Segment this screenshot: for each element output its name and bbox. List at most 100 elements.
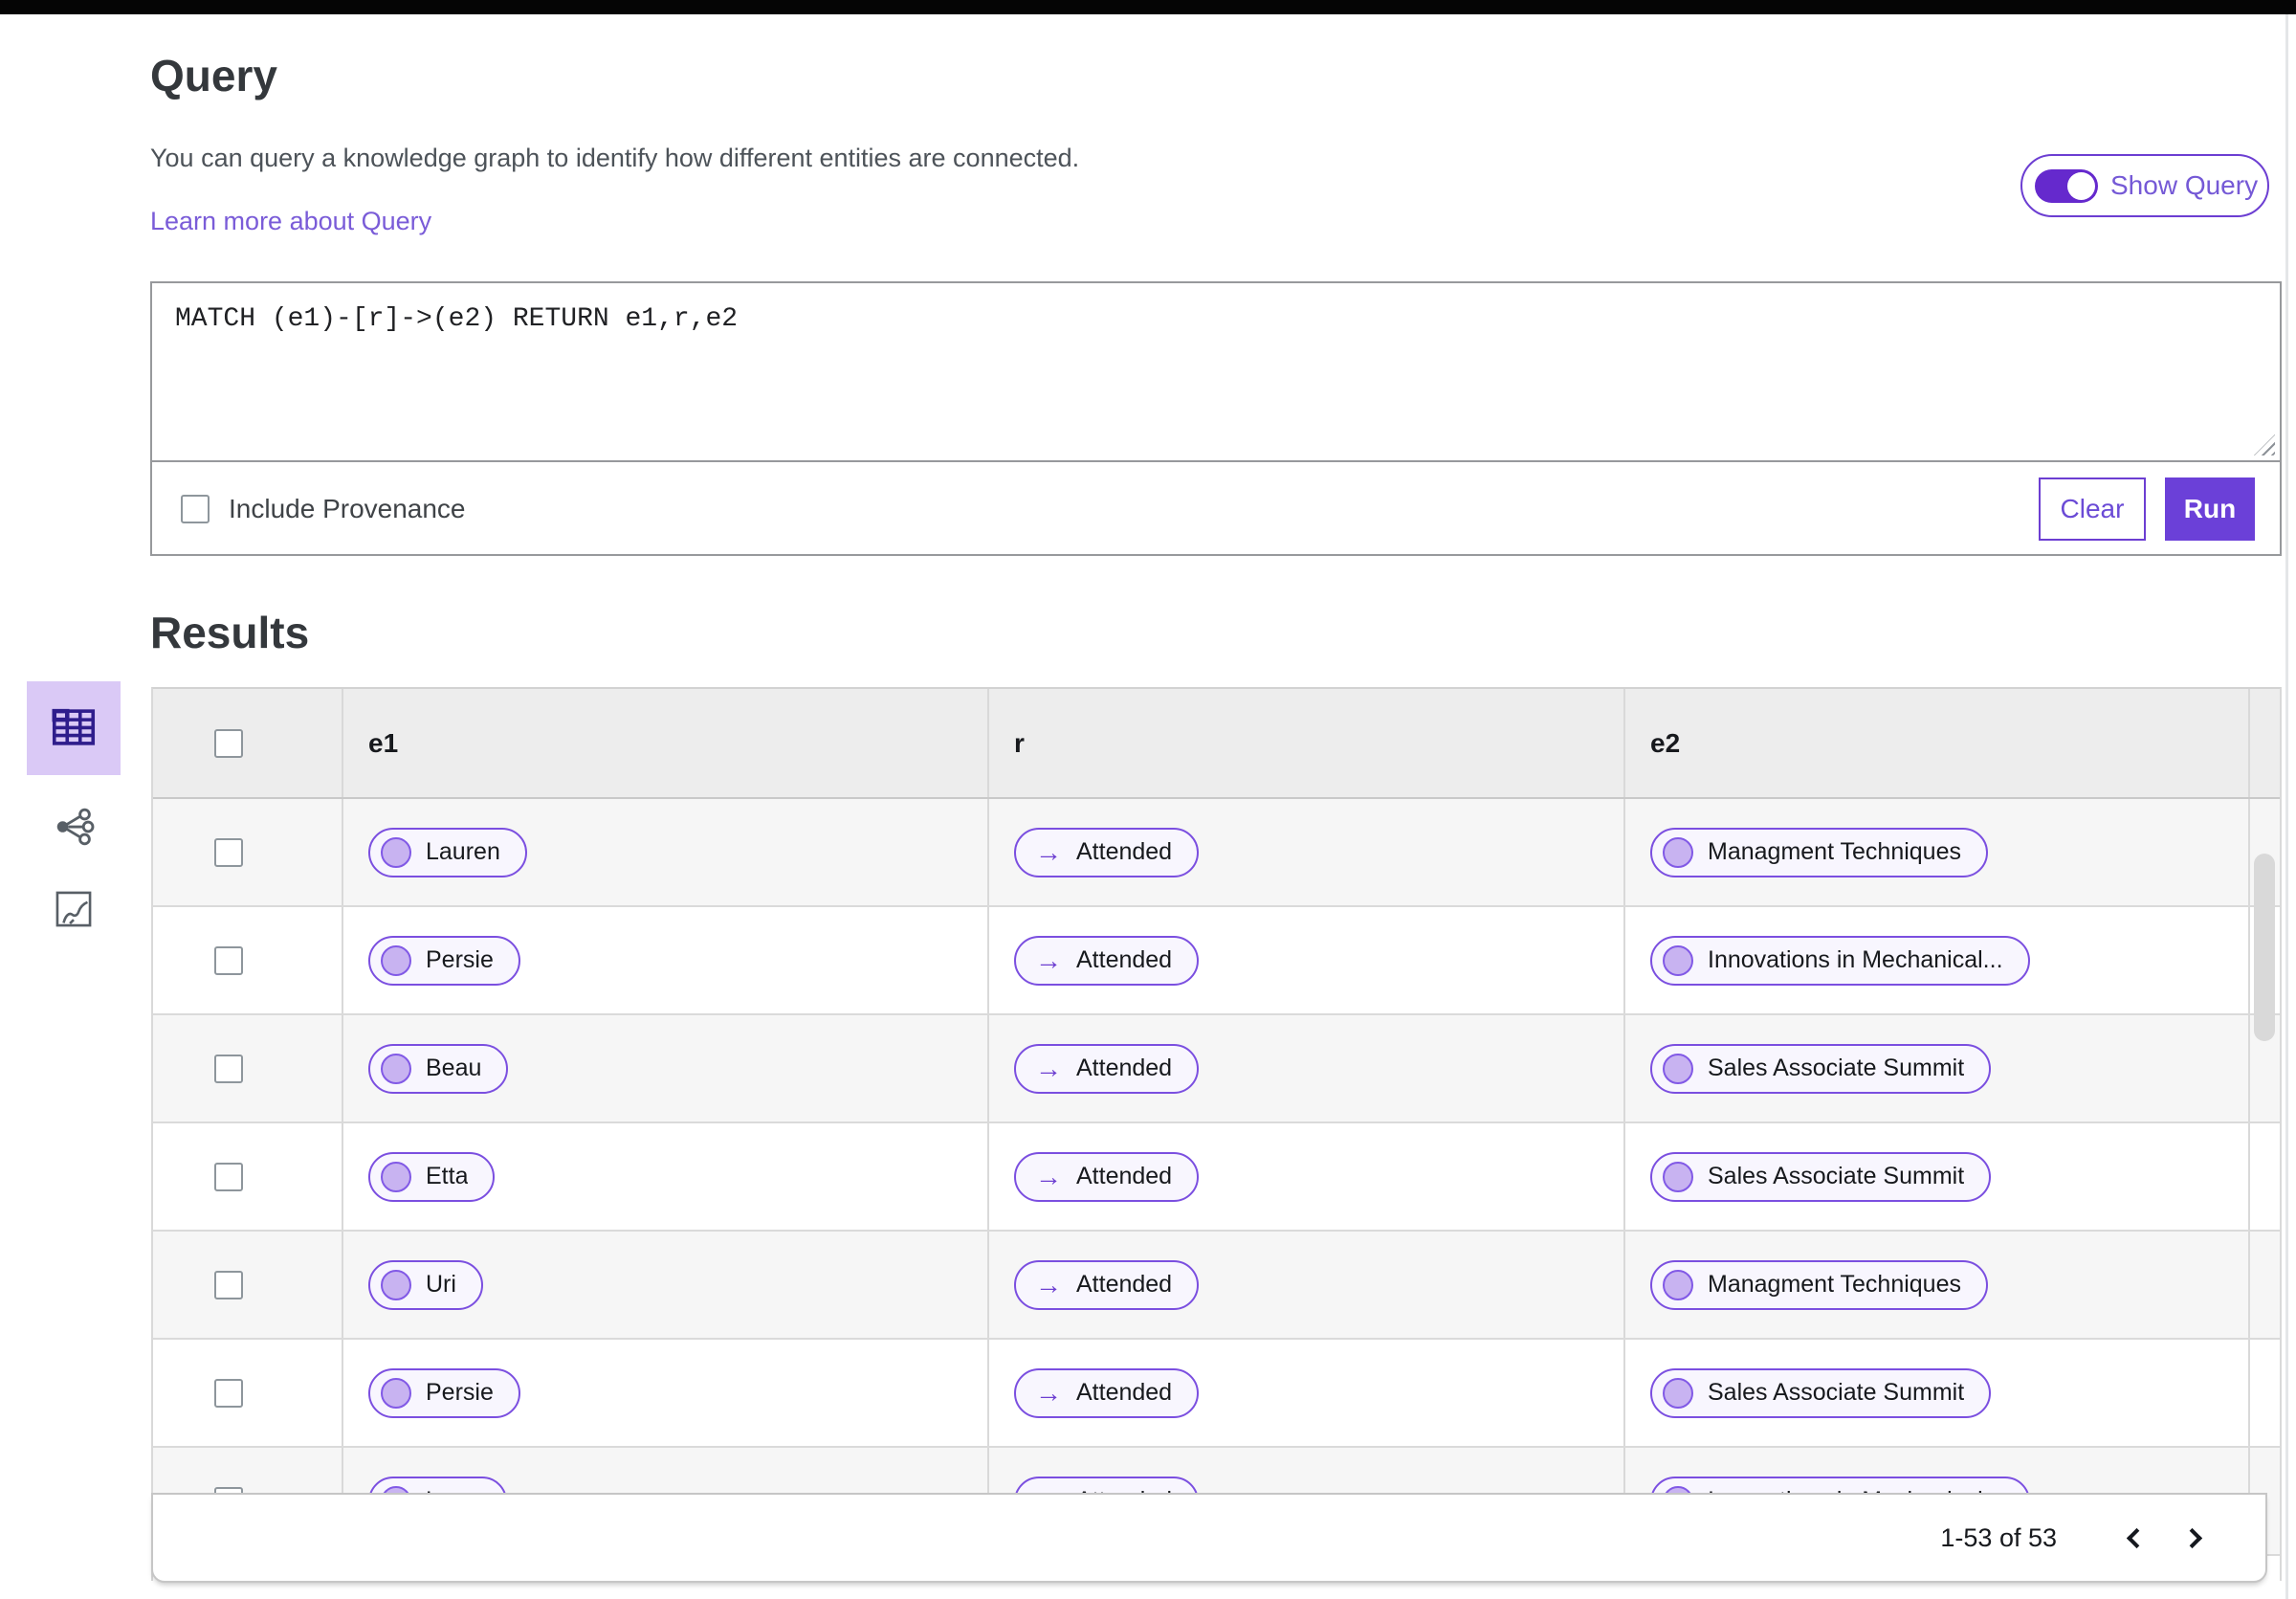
entity-pill-e1[interactable]: Uri (368, 1259, 483, 1310)
entity-label: Innovations in Mechanical... (1708, 946, 2003, 973)
entity-label: Etta (426, 1163, 469, 1189)
entity-node-icon (1663, 836, 1693, 868)
table-row: Etta → Attended Sales Associate Summit (153, 1123, 2280, 1232)
entity-pill-e1[interactable]: Beau (368, 1043, 509, 1094)
entity-node-icon (1663, 944, 1693, 976)
entity-label: Sales Associate Summit (1708, 1163, 1965, 1189)
include-provenance-label: Include Provenance (229, 494, 466, 523)
row-checkbox[interactable] (214, 1270, 243, 1299)
column-header-e2[interactable]: e2 (1650, 728, 1680, 759)
table-view-button[interactable] (27, 681, 121, 775)
canvas-view-icon (54, 889, 94, 932)
include-provenance-checkbox[interactable] (181, 495, 210, 523)
entity-node-icon (381, 1053, 411, 1084)
entity-node-icon (1663, 1053, 1693, 1084)
row-checkbox[interactable] (214, 1162, 243, 1191)
arrow-right-icon: → (1035, 944, 1062, 975)
entity-pill-e2[interactable]: Sales Associate Summit (1650, 1367, 1992, 1418)
entity-label: Persie (426, 946, 494, 973)
row-checkbox[interactable] (214, 945, 243, 975)
chevron-right-icon (2181, 1527, 2202, 1548)
entity-label: Uri (426, 1271, 456, 1298)
relation-pill[interactable]: → Attended (1014, 1367, 1200, 1418)
show-query-label: Show Query (2110, 170, 2259, 200)
pagination-bar: 1-53 of 53 (151, 1493, 2267, 1583)
table-scrollbar-thumb[interactable] (2254, 854, 2275, 1041)
previous-page-button[interactable] (2108, 1510, 2164, 1566)
results-heading: Results (150, 608, 310, 657)
relation-pill[interactable]: → Attended (1014, 827, 1200, 877)
run-button[interactable]: Run (2165, 477, 2255, 541)
row-checkbox[interactable] (214, 1054, 243, 1083)
entity-pill-e2[interactable]: Managment Techniques (1650, 1259, 1988, 1310)
toggle-on-icon[interactable] (2035, 168, 2098, 203)
toggle-knob (2067, 171, 2095, 200)
query-actions: Clear Run (2039, 477, 2255, 541)
entity-label: Sales Associate Summit (1708, 1379, 1965, 1406)
column-header-r[interactable]: r (1014, 728, 1025, 759)
results-table-body: Lauren → Attended Managment Techniques P… (153, 799, 2280, 1556)
table-row: Lauren → Attended Managment Techniques (153, 799, 2280, 907)
entity-node-icon (381, 1269, 411, 1300)
row-checkbox[interactable] (214, 837, 243, 867)
column-header-e1[interactable]: e1 (368, 728, 398, 759)
arrow-right-icon: → (1035, 1377, 1062, 1408)
window-right-edge (2285, 14, 2288, 1599)
relation-label: Attended (1076, 838, 1173, 865)
entity-pill-e2[interactable]: Sales Associate Summit (1650, 1151, 1992, 1202)
show-query-toggle[interactable]: Show Query (2020, 154, 2269, 217)
table-row: Beau → Attended Sales Associate Summit (153, 1015, 2280, 1123)
select-all-checkbox[interactable] (214, 728, 243, 758)
scrollbar-gutter (2248, 689, 2280, 797)
entity-pill-e1[interactable]: Persie (368, 1367, 520, 1418)
query-editor-footer: Include Provenance Clear Run (152, 460, 2280, 556)
chevron-left-icon (2126, 1527, 2147, 1548)
results-table: e1 r e2 Lauren → Attended Managment Tech… (151, 687, 2282, 1581)
table-header-row: e1 r e2 (153, 689, 2280, 799)
arrow-right-icon: → (1035, 1053, 1062, 1083)
entity-pill-e1[interactable]: Etta (368, 1151, 496, 1202)
relation-label: Attended (1076, 1163, 1173, 1189)
entity-node-icon (381, 1161, 411, 1192)
relation-label: Attended (1076, 1055, 1173, 1081)
relation-label: Attended (1076, 946, 1173, 973)
table-row: Persie → Attended Sales Associate Summit (153, 1340, 2280, 1448)
relation-pill[interactable]: → Attended (1014, 1259, 1200, 1310)
entity-pill-e2[interactable]: Sales Associate Summit (1650, 1043, 1992, 1094)
graph-view-icon (52, 805, 96, 852)
arrow-right-icon: → (1035, 1161, 1062, 1191)
entity-pill-e1[interactable]: Persie (368, 935, 520, 986)
clear-button[interactable]: Clear (2039, 477, 2146, 541)
relation-label: Attended (1076, 1271, 1173, 1298)
entity-label: Managment Techniques (1708, 838, 1961, 865)
entity-label: Beau (426, 1055, 482, 1081)
entity-node-icon (1663, 1269, 1693, 1300)
pagination-range-label: 1-53 of 53 (1940, 1522, 2057, 1552)
entity-node-icon (1663, 1161, 1693, 1192)
next-page-button[interactable] (2164, 1510, 2219, 1566)
entity-label: Lauren (426, 838, 500, 865)
entity-node-icon (381, 944, 411, 976)
query-editor-area: MATCH (e1)-[r]->(e2) RETURN e1,r,e2 (152, 283, 2280, 460)
relation-label: Attended (1076, 1379, 1173, 1406)
query-editor-panel: MATCH (e1)-[r]->(e2) RETURN e1,r,e2 Incl… (150, 281, 2282, 556)
entity-pill-e2[interactable]: Managment Techniques (1650, 827, 1988, 877)
relation-pill[interactable]: → Attended (1014, 1151, 1200, 1202)
query-input[interactable]: MATCH (e1)-[r]->(e2) RETURN e1,r,e2 (152, 283, 2280, 460)
entity-pill-e2[interactable]: Innovations in Mechanical... (1650, 935, 2030, 986)
arrow-right-icon: → (1035, 836, 1062, 867)
graph-view-button[interactable] (46, 800, 101, 855)
page-title: Query (150, 51, 277, 100)
include-provenance-option[interactable]: Include Provenance (181, 494, 466, 524)
entity-label: Managment Techniques (1708, 1271, 1961, 1298)
entity-label: Persie (426, 1379, 494, 1406)
arrow-right-icon: → (1035, 1269, 1062, 1299)
row-checkbox[interactable] (214, 1378, 243, 1408)
table-view-icon (48, 701, 99, 756)
relation-pill[interactable]: → Attended (1014, 935, 1200, 986)
relation-pill[interactable]: → Attended (1014, 1043, 1200, 1094)
canvas-view-button[interactable] (46, 882, 101, 938)
top-edge-bar (0, 0, 2296, 14)
learn-more-link[interactable]: Learn more about Query (150, 207, 431, 236)
entity-pill-e1[interactable]: Lauren (368, 827, 527, 877)
